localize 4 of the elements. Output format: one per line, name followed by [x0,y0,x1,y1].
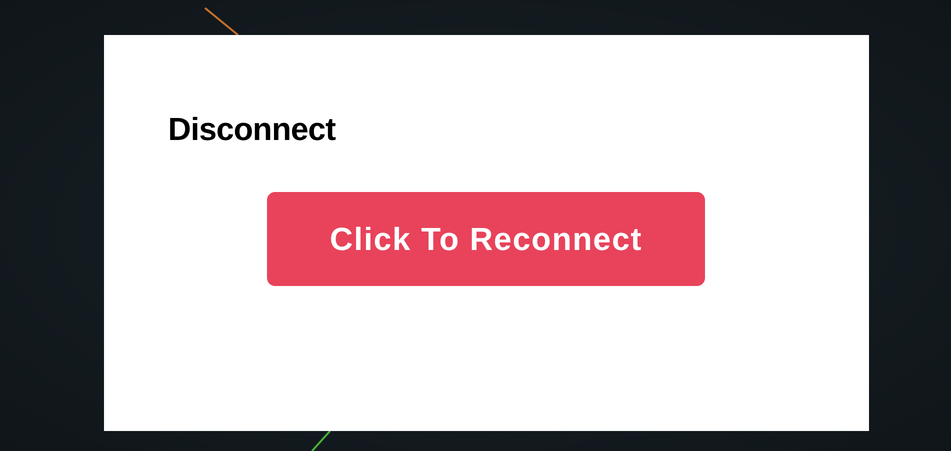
reconnect-button[interactable]: Click To Reconnect [267,192,705,286]
dialog-title: Disconnect [168,111,336,148]
decorative-line [204,7,239,36]
decorative-line [311,430,331,451]
